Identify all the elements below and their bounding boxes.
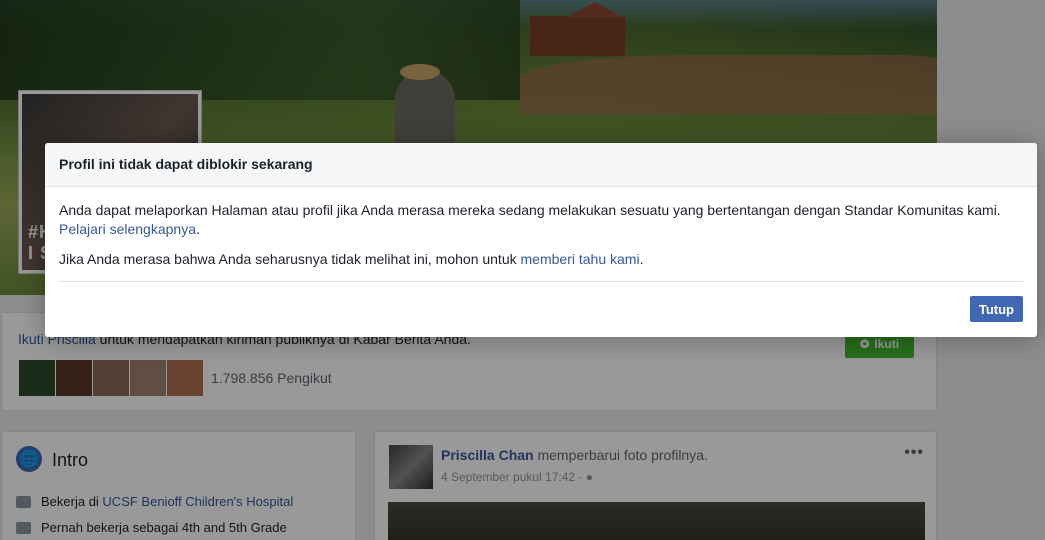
learn-more-link[interactable]: Pelajari selengkapnya	[59, 221, 196, 237]
dialog-paragraph-feedback: Jika Anda merasa bahwa Anda seharusnya t…	[59, 251, 644, 267]
let-us-know-link[interactable]: memberi tahu kami	[521, 251, 640, 267]
close-button[interactable]: Tutup	[969, 296, 1023, 322]
block-error-dialog: Profil ini tidak dapat diblokir sekarang…	[45, 143, 1037, 337]
dialog-divider	[59, 281, 1023, 282]
dialog-title: Profil ini tidak dapat diblokir sekarang	[45, 143, 1037, 187]
dialog-body: Anda dapat melaporkan Halaman atau profi…	[45, 187, 1037, 269]
dialog-paragraph-report: Anda dapat melaporkan Halaman atau profi…	[59, 202, 1001, 237]
